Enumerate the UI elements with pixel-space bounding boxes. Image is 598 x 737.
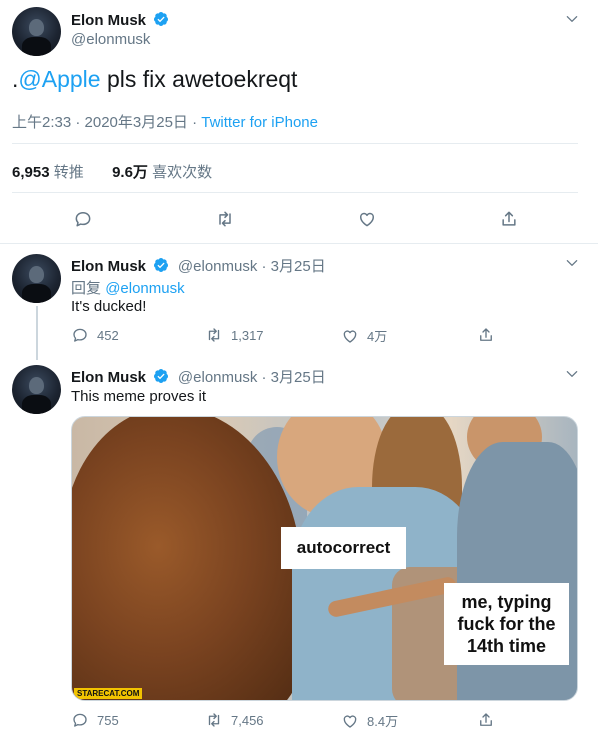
like-icon[interactable]	[357, 209, 377, 229]
reply-text: This meme proves it	[71, 388, 207, 405]
handle[interactable]: @elonmusk	[71, 31, 150, 48]
reply-author[interactable]: Elon Musk @elonmusk · 3月25日	[71, 366, 326, 387]
reply-action[interactable]: 452	[71, 326, 119, 344]
divider	[12, 143, 578, 144]
reply-text: It's ducked!	[71, 298, 147, 315]
chevron-down-icon[interactable]	[565, 367, 579, 381]
reply-icon[interactable]	[73, 209, 93, 229]
display-name[interactable]: Elon Musk	[71, 258, 146, 275]
mention-link[interactable]: @Apple	[18, 66, 100, 92]
retweet-action[interactable]: 1,317	[205, 326, 264, 344]
handle-date[interactable]: @elonmusk · 3月25日	[178, 258, 326, 275]
like-action[interactable]: 8.4万	[341, 711, 398, 730]
avatar[interactable]	[12, 7, 61, 56]
retweets-stat[interactable]: 6,953 转推	[12, 164, 84, 181]
verified-badge-icon	[154, 258, 169, 272]
likes-stat[interactable]: 9.6万 喜欢次数	[112, 164, 212, 181]
thread-line	[36, 306, 38, 360]
reply-icon[interactable]	[71, 711, 89, 729]
reply-to-line: 回复 @elonmusk	[71, 280, 185, 297]
divider	[0, 243, 598, 244]
like-icon[interactable]	[341, 327, 359, 345]
meme-caption-autocorrect: autocorrect	[281, 527, 406, 569]
avatar[interactable]	[12, 254, 61, 303]
share-icon[interactable]	[477, 326, 495, 344]
mention-link[interactable]: @elonmusk	[105, 280, 184, 297]
main-tweet-author[interactable]: Elon Musk	[71, 11, 169, 30]
retweet-icon[interactable]	[205, 711, 223, 729]
meme-caption-me: me, typing fuck for the 14th time	[444, 583, 569, 665]
chevron-down-icon[interactable]	[565, 256, 579, 270]
retweet-icon[interactable]	[205, 326, 223, 344]
tweet-meta: 上午2:33 · 2020年3月25日 · Twitter for iPhone	[12, 114, 318, 131]
divider	[12, 192, 578, 193]
source-link[interactable]: Twitter for iPhone	[201, 114, 318, 131]
retweet-icon[interactable]	[215, 209, 235, 229]
like-action[interactable]: 4万	[341, 326, 387, 345]
meme-watermark: STARECAT.COM	[74, 688, 143, 699]
display-name[interactable]: Elon Musk	[71, 369, 146, 386]
display-name[interactable]: Elon Musk	[71, 12, 146, 29]
like-icon[interactable]	[341, 712, 359, 730]
meme-image[interactable]: autocorrect me, typing fuck for the 14th…	[71, 416, 578, 701]
retweet-action[interactable]: 7,456	[205, 711, 264, 729]
tweet-stats: 6,953 转推 9.6万 喜欢次数	[12, 161, 212, 182]
timestamp[interactable]: 上午2:33 · 2020年3月25日	[12, 114, 188, 131]
share-icon[interactable]	[499, 209, 519, 229]
share-icon[interactable]	[477, 711, 495, 729]
reply-author[interactable]: Elon Musk @elonmusk · 3月25日	[71, 255, 326, 276]
tweet-text: .@Apple pls fix awetoekreqt	[12, 66, 298, 92]
reply-icon[interactable]	[71, 326, 89, 344]
verified-badge-icon	[154, 369, 169, 383]
reply-action[interactable]: 755	[71, 711, 119, 729]
verified-badge-icon	[154, 12, 169, 26]
handle-date[interactable]: @elonmusk · 3月25日	[178, 369, 326, 386]
avatar[interactable]	[12, 365, 61, 414]
chevron-down-icon[interactable]	[565, 12, 579, 26]
